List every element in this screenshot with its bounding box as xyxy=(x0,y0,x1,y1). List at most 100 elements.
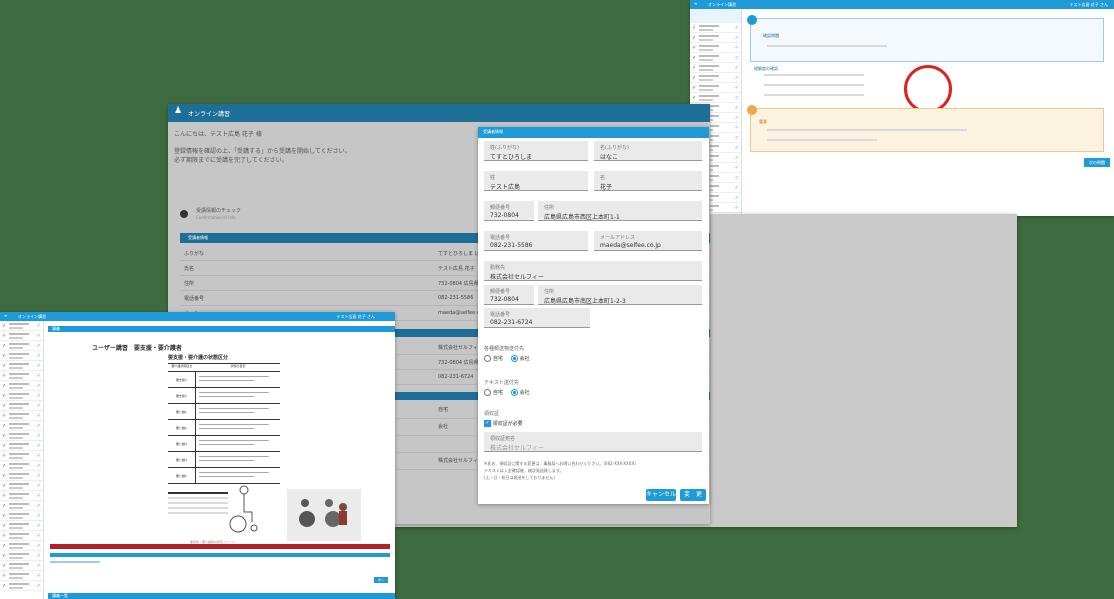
confirm-change-button[interactable]: 変 更 xyxy=(680,489,706,501)
sidebar-item[interactable]: ✓✓ xyxy=(0,331,43,341)
sidebar-item[interactable]: ✓✓ xyxy=(690,53,741,63)
done-icon: ✓ xyxy=(36,393,41,399)
send-to-company-radio[interactable]: 会社 xyxy=(510,355,530,362)
step-sub: Confirmation of Info xyxy=(196,215,236,220)
info-row-value: 082-231-5586 xyxy=(438,295,474,301)
done-icon: ✓ xyxy=(734,195,739,201)
done-icon: ✓ xyxy=(734,185,739,191)
sidebar-item[interactable]: ✓✓ xyxy=(690,23,741,33)
sidebar-item[interactable]: ✓✓ xyxy=(0,391,43,401)
sidebar-item[interactable]: ✓✓ xyxy=(0,371,43,381)
mei-field[interactable]: 名 花子 xyxy=(594,171,702,191)
tel-field[interactable]: 電話番号 082-231-5586 xyxy=(484,231,588,251)
sidebar-item[interactable]: ✓✓ xyxy=(0,571,43,581)
check-icon: ✓ xyxy=(2,373,7,379)
sidebar-item[interactable]: ✓✓ xyxy=(0,511,43,521)
care-level-cell: 要介護5 xyxy=(168,468,196,483)
care-description-cell xyxy=(196,372,280,387)
sidebar-item[interactable]: ✓✓ xyxy=(0,351,43,361)
sidebar-item[interactable]: ✓✓ xyxy=(0,341,43,351)
send-to-home-radio[interactable]: 自宅 xyxy=(484,355,503,362)
company-zip-field[interactable]: 郵便番号 732-0804 xyxy=(484,285,534,305)
text-send-company-radio[interactable]: 会社 xyxy=(510,389,530,396)
sidebar-item[interactable]: ✓✓ xyxy=(0,471,43,481)
sidebar-item[interactable]: ✓✓ xyxy=(0,441,43,451)
lecture-footer-strip: 講義一覧 xyxy=(48,593,395,599)
check-icon: ✓ xyxy=(2,493,7,499)
table-row: 要介護4 xyxy=(168,452,280,468)
done-icon: ✓ xyxy=(734,205,739,211)
quiz-window-titlebar: ≡ オンライン講習 テスト広島 花子 さん xyxy=(690,0,1114,9)
lecture-heading: ユーザー講習 要支援・要介護者 xyxy=(92,345,182,352)
sidebar-item[interactable]: ✓✓ xyxy=(0,491,43,501)
greeting: こんにちは、テスト広島 花子 様 xyxy=(174,131,262,138)
company-field[interactable]: 勤務先 株式会社セルフィー xyxy=(484,261,702,281)
sidebar-item[interactable]: ✓✓ xyxy=(0,551,43,561)
sidebar-item[interactable]: ✓✓ xyxy=(0,481,43,491)
lecture-app-title: オンライン講習 xyxy=(18,314,46,319)
check-icon: ✓ xyxy=(2,573,7,579)
done-icon: ✓ xyxy=(734,145,739,151)
lecture-subheading: 要支援・要介護の状態区分 xyxy=(168,355,229,361)
check-icon: ✓ xyxy=(2,403,7,409)
sidebar-item[interactable]: ✓✓ xyxy=(0,461,43,471)
sidebar-item[interactable]: ✓✓ xyxy=(0,531,43,541)
sidebar-item[interactable]: ✓✓ xyxy=(690,63,741,73)
care-level-table: 要介護状態区分 状態の目安 要支援1 要支援2 要介護1 要介護2 要介護3 要介護4 要介… xyxy=(168,363,280,484)
check-icon: ✓ xyxy=(2,473,7,479)
main-app-title: オンライン講習 xyxy=(188,111,231,118)
sidebar-item[interactable]: ✓✓ xyxy=(0,361,43,371)
menu-icon[interactable]: ≡ xyxy=(694,1,697,6)
sei-field[interactable]: 姓 テスト広島 xyxy=(484,171,588,191)
check-icon: ✓ xyxy=(2,583,7,589)
checkbox-checked-icon: ✓ xyxy=(484,420,491,427)
info-row-value: 732-0804 広島県... xyxy=(438,360,484,366)
receipt-addressee-field[interactable]: 領収証宛名 株式会社セルフィー xyxy=(484,432,702,452)
zip-field[interactable]: 郵便番号 732-0804 xyxy=(484,201,534,221)
sidebar-item[interactable]: ✓✓ xyxy=(0,381,43,391)
check-icon: ✓ xyxy=(692,25,697,31)
sidebar-item[interactable]: ✓✓ xyxy=(0,421,43,431)
sidebar-item[interactable]: ✓✓ xyxy=(0,501,43,511)
table-row: 要介護2 xyxy=(168,420,280,436)
done-icon: ✓ xyxy=(734,165,739,171)
step-label: 受講情報のチェック xyxy=(196,208,242,214)
sidebar-item[interactable]: ✓✓ xyxy=(0,521,43,531)
sidebar-item[interactable]: ✓✓ xyxy=(690,93,741,103)
sidebar-item[interactable]: ✓✓ xyxy=(0,321,43,331)
company-address-field[interactable]: 住所 広島県広島市南区上本町1-2-3 xyxy=(538,285,702,305)
sidebar-item[interactable]: ✓✓ xyxy=(0,401,43,411)
done-icon: ✓ xyxy=(734,35,739,41)
company-tel-field[interactable]: 電話番号 082-231-6724 xyxy=(484,308,590,328)
sidebar-item[interactable]: ✓✓ xyxy=(0,451,43,461)
mei-kana-field[interactable]: 名(ふりがな) はなこ xyxy=(594,141,702,161)
sidebar-item[interactable]: ✓✓ xyxy=(690,43,741,53)
lecture-user-name[interactable]: テスト広島 花子 さん xyxy=(336,314,375,320)
done-icon: ✓ xyxy=(36,493,41,499)
email-field[interactable]: メールアドレス maeda@selfee.co.jp xyxy=(594,231,702,251)
sidebar-item[interactable]: ✓✓ xyxy=(0,581,43,591)
sidebar-item[interactable]: ✓✓ xyxy=(0,541,43,551)
next-question-button[interactable]: 次の問題 xyxy=(1084,158,1110,167)
sidebar-item[interactable]: ✓✓ xyxy=(0,561,43,571)
warning-icon xyxy=(747,105,757,115)
address-field[interactable]: 住所 広島県広島市西区上本町1-1 xyxy=(538,201,702,221)
sidebar-item[interactable]: ✓✓ xyxy=(0,411,43,421)
sidebar-item[interactable]: ✓✓ xyxy=(690,73,741,83)
text-send-home-radio[interactable]: 自宅 xyxy=(484,389,503,396)
done-icon: ✓ xyxy=(36,513,41,519)
info-row-value: 自宅 xyxy=(438,407,449,413)
sidebar-item[interactable]: ✓✓ xyxy=(0,431,43,441)
done-icon: ✓ xyxy=(36,533,41,539)
cancel-button[interactable]: キャンセル xyxy=(646,489,676,501)
lecture-menu-icon[interactable]: ≡ xyxy=(4,313,7,318)
receipt-checkbox[interactable]: ✓ 領収証が必要 xyxy=(484,420,523,427)
sidebar-item[interactable]: ✓✓ xyxy=(690,83,741,93)
sidebar-item[interactable]: ✓✓ xyxy=(690,33,741,43)
check-icon: ✓ xyxy=(692,35,697,41)
table-row: 要介護3 xyxy=(168,436,280,452)
sei-kana-field[interactable]: 姓(ふりがな) てすとひろしま xyxy=(484,141,588,161)
done-icon: ✓ xyxy=(36,413,41,419)
next-lecture-button[interactable]: 次へ xyxy=(374,577,388,583)
user-name[interactable]: テスト広島 花子 さん xyxy=(1069,2,1108,8)
